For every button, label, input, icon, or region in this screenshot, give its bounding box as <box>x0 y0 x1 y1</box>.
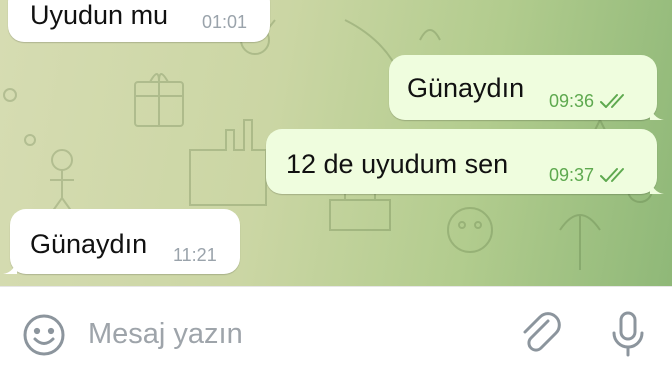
message-time: 11:21 <box>173 245 217 265</box>
message-text: Günaydın <box>407 73 525 103</box>
double-check-icon <box>600 94 625 108</box>
chat-area[interactable]: Uyudun mu 01:01 Günaydın 09:36 12 de uyu… <box>0 0 672 286</box>
bubble-tail <box>3 258 17 274</box>
emoji-icon[interactable] <box>22 313 66 362</box>
bubble-tail <box>650 178 664 194</box>
message-composer: Mesaj yazın <box>0 286 672 379</box>
message-bubble-incoming[interactable]: Günaydın 11:21 <box>3 209 240 274</box>
message-bubble-incoming[interactable]: Uyudun mu 01:01 <box>8 0 270 42</box>
message-meta: 09:37 <box>549 165 630 185</box>
message-text: 12 de uyudum sen <box>286 149 509 179</box>
message-time: 09:36 <box>549 91 595 111</box>
double-check-icon <box>600 168 625 182</box>
message-bubble-outgoing[interactable]: Günaydın 09:36 <box>389 55 664 120</box>
message-input[interactable]: Mesaj yazın <box>88 317 243 351</box>
message-bubble-outgoing[interactable]: 12 de uyudum sen 09:37 <box>266 129 664 194</box>
message-time: 01:01 <box>202 12 248 32</box>
microphone-icon[interactable] <box>608 309 648 364</box>
bubble-tail <box>650 104 664 120</box>
message-text: Günaydın <box>30 229 148 259</box>
message-text: Uyudun mu <box>30 0 169 30</box>
paperclip-icon[interactable] <box>518 309 562 364</box>
message-meta: 09:36 <box>549 91 630 111</box>
message-time: 09:37 <box>549 165 595 185</box>
